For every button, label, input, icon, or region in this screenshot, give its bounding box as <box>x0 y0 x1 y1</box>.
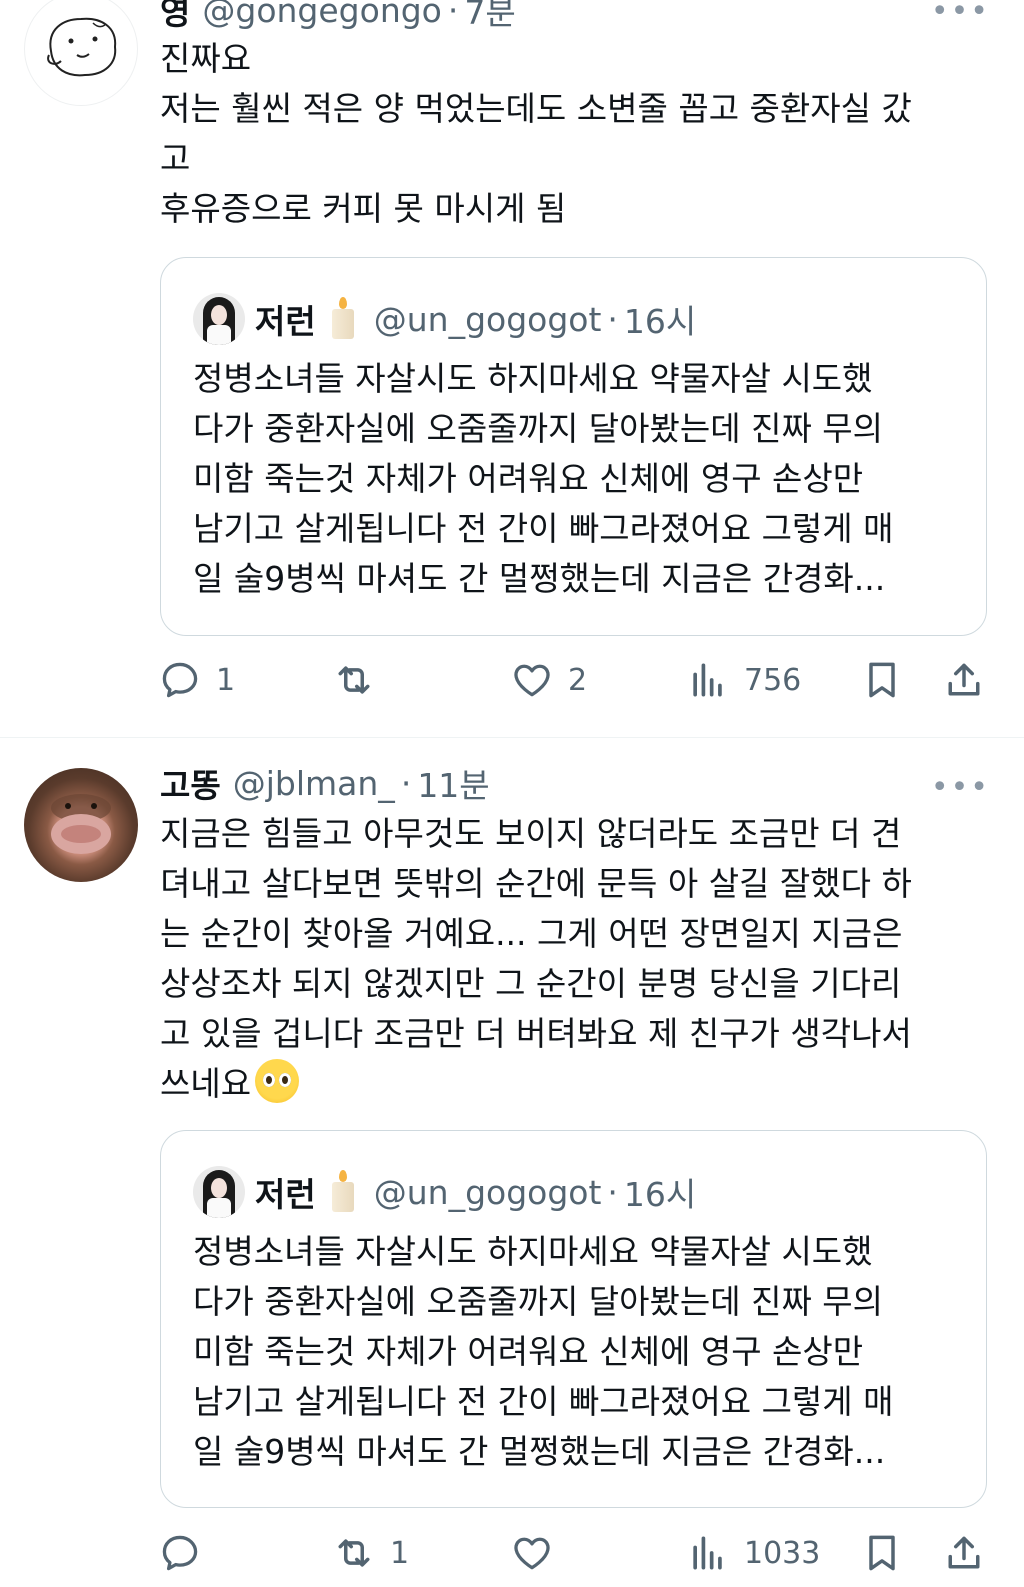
user-handle[interactable]: @un_gogogot <box>374 1173 602 1212</box>
bar-chart-icon <box>693 1536 722 1570</box>
quoted-tweet-text: 정병소녀들 자살시도 하지마세요 약물자살 시도했 다가 중환자실에 오줌줄까지… <box>193 1232 894 1471</box>
quoted-tweet[interactable]: 저런 @un_gogogot · 16시 정병소녀들 자살시도 하지마세요 약물… <box>160 257 987 636</box>
share-upload-icon <box>948 663 980 696</box>
like-count: 2 <box>568 662 588 698</box>
timestamp[interactable]: 7분 <box>464 0 515 34</box>
timestamp[interactable]: 11분 <box>417 759 489 807</box>
separator-dot: · <box>607 299 618 339</box>
separator-dot: · <box>607 1172 618 1212</box>
bookmark-icon <box>869 1535 895 1571</box>
reply-count: 1 <box>216 662 236 698</box>
display-name[interactable]: 영 <box>160 0 190 34</box>
tweet-header: 고똥 @jblman_ · 11분 <box>160 763 490 806</box>
views-button[interactable]: 1033 <box>686 1528 820 1578</box>
like-button[interactable] <box>510 1528 568 1578</box>
retweet-button[interactable]: 1 <box>332 1528 409 1578</box>
tweet-text: 지금은 힘들고 아무것도 보이지 않더라도 조금만 더 견 뎌내고 살다보면 뜻… <box>160 809 990 1109</box>
retweet-arrows-icon <box>338 666 370 694</box>
retweet-button[interactable] <box>332 655 390 705</box>
retweet-count: 1 <box>390 1535 410 1571</box>
reply-button[interactable]: 1 <box>158 655 235 705</box>
user-handle[interactable]: @gongegongo <box>202 0 442 30</box>
heart-icon <box>514 1537 550 1570</box>
pleading-face-emoji <box>255 1059 300 1103</box>
tweet[interactable]: 고똥 @jblman_ · 11분 ••• 지금은 힘들고 아무것도 보이지 않… <box>0 738 1024 1587</box>
action-bar: 1 2 756 <box>0 655 1024 705</box>
avatar[interactable] <box>193 1166 245 1218</box>
bookmark-button[interactable] <box>860 655 904 705</box>
display-name[interactable]: 저런 <box>255 1168 316 1216</box>
action-bar: 1 1033 <box>0 1528 1024 1578</box>
display-name[interactable]: 저런 <box>255 295 316 343</box>
quoted-tweet-header: 저런 @un_gogogot · 16시 <box>193 1165 696 1219</box>
like-button[interactable]: 2 <box>510 655 587 705</box>
view-count: 1033 <box>744 1535 821 1571</box>
separator-dot: · <box>400 763 412 803</box>
quoted-tweet[interactable]: 저런 @un_gogogot · 16시 정병소녀들 자살시도 하지마세요 약물… <box>160 1130 987 1508</box>
monkey-photo-icon <box>51 794 111 854</box>
doodle-face-icon <box>47 17 117 77</box>
speech-bubble-icon <box>162 662 198 698</box>
share-upload-icon <box>948 1536 980 1569</box>
user-handle[interactable]: @un_gogogot <box>374 300 602 339</box>
avatar[interactable] <box>193 293 245 345</box>
timestamp[interactable]: 16시 <box>624 295 696 343</box>
share-button[interactable] <box>942 1528 986 1578</box>
reply-button[interactable] <box>158 1528 216 1578</box>
more-options-icon[interactable]: ••• <box>931 770 990 805</box>
tweet[interactable]: 영 @gongegongo · 7분 ••• 진짜요 저는 훨씬 적은 양 먹었… <box>0 0 1024 738</box>
views-button[interactable]: 756 <box>686 655 801 705</box>
avatar[interactable] <box>24 0 138 106</box>
quoted-tweet-header: 저런 @un_gogogot · 16시 <box>193 292 696 346</box>
separator-dot: · <box>447 0 459 30</box>
avatar[interactable] <box>24 768 138 882</box>
bookmark-button[interactable] <box>860 1528 904 1578</box>
tweet-text: 진짜요 저는 훨씬 적은 양 먹었는데도 소변줄 꼽고 중환자실 갔 고 후유증… <box>160 39 912 228</box>
bar-chart-icon <box>693 663 722 697</box>
quoted-tweet-text: 정병소녀들 자살시도 하지마세요 약물자살 시도했 다가 중환자실에 오줌줄까지… <box>193 359 894 598</box>
share-button[interactable] <box>942 655 986 705</box>
candle-emoji-icon <box>328 1170 358 1214</box>
display-name[interactable]: 고똥 <box>160 759 221 807</box>
heart-icon <box>514 664 550 697</box>
timestamp[interactable]: 16시 <box>624 1168 696 1216</box>
bookmark-icon <box>869 662 895 698</box>
view-count: 756 <box>744 662 802 698</box>
candle-emoji-icon <box>328 297 358 341</box>
speech-bubble-icon <box>162 1535 198 1571</box>
tweet-header: 영 @gongegongo · 7분 <box>160 0 516 32</box>
retweet-arrows-icon <box>338 1539 370 1567</box>
user-handle[interactable]: @jblman_ <box>233 764 395 803</box>
more-options-icon[interactable]: ••• <box>931 0 990 29</box>
